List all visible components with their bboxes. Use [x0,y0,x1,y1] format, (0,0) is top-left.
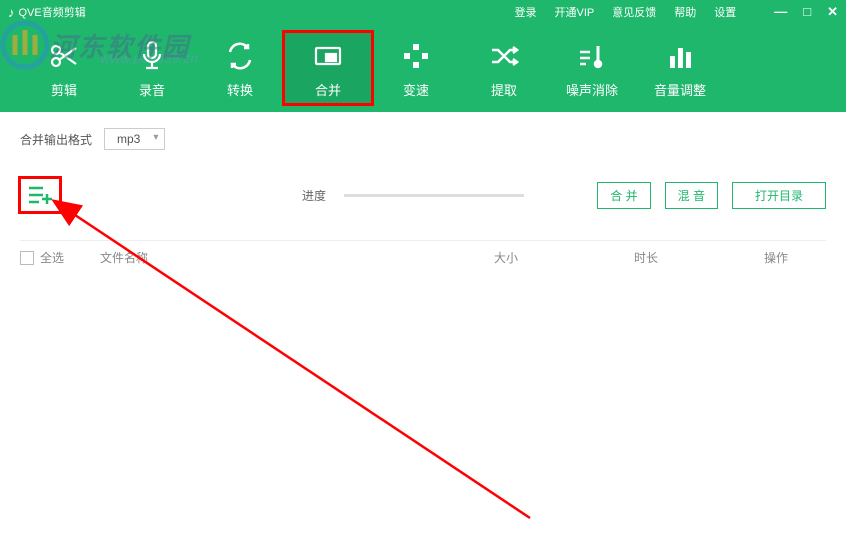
shuffle-icon [486,38,522,74]
close-button[interactable]: ✕ [827,4,838,20]
table-header: 全选 文件名称 大小 时长 操作 [20,240,826,274]
nav-noise[interactable]: 噪声消除 [548,32,636,104]
help-link[interactable]: 帮助 [674,4,696,20]
mix-button[interactable]: 混 音 [665,182,718,209]
watermark: 河东软件园 [0,20,190,70]
col-size: 大小 [446,249,566,266]
minimize-button[interactable]: — [774,4,787,20]
action-row: 进度 合 并 混 音 打开目录 [20,178,826,212]
app-title-text: QVE音频剪辑 [19,4,86,20]
nav-merge[interactable]: 合并 [284,32,372,104]
feedback-link[interactable]: 意见反馈 [612,4,656,20]
nav-convert[interactable]: 转换 [196,32,284,104]
top-links: 登录 开通VIP 意见反馈 帮助 设置 — □ ✕ [515,4,839,20]
nav-label: 音量调整 [654,80,706,99]
app-title: ♪ QVE音频剪辑 [8,4,86,20]
select-all-label: 全选 [40,249,64,266]
nav-speed[interactable]: 变速 [372,32,460,104]
button-group: 合 并 混 音 打开目录 [597,182,826,209]
window-controls: — □ ✕ [774,4,838,20]
watermark-logo-icon [0,20,50,70]
convert-icon [222,38,258,74]
col-duration: 时长 [566,249,726,266]
format-value: mp3 [117,132,140,146]
select-all-checkbox[interactable] [20,251,34,265]
merge-icon [310,38,346,74]
progress-bar [344,194,524,197]
progress-label: 进度 [302,187,326,204]
select-all-cell: 全选 [20,249,100,266]
nav-label: 录音 [139,80,165,99]
login-link[interactable]: 登录 [515,4,537,20]
volume-icon [662,38,698,74]
body-area: 合并输出格式 mp3 进度 合 并 混 音 打开目录 全选 文件名称 大小 时长… [0,112,846,290]
merge-button[interactable]: 合 并 [597,182,650,209]
format-row: 合并输出格式 mp3 [20,128,826,150]
col-operation: 操作 [726,249,826,266]
col-filename: 文件名称 [100,249,446,266]
watermark-text: 河东软件园 [50,27,190,64]
nav-label: 提取 [491,80,517,99]
nav-volume[interactable]: 音量调整 [636,32,724,104]
open-dir-button[interactable]: 打开目录 [732,182,826,209]
nav-extract[interactable]: 提取 [460,32,548,104]
nav-label: 剪辑 [51,80,77,99]
music-note-icon: ♪ [8,5,15,20]
vip-link[interactable]: 开通VIP [555,4,595,20]
add-file-button[interactable] [20,178,60,212]
speed-icon [398,38,434,74]
nav-label: 合并 [315,80,341,99]
format-label: 合并输出格式 [20,131,92,148]
add-list-icon [27,184,53,206]
nav-label: 转换 [227,80,253,99]
maximize-button[interactable]: □ [803,4,811,20]
nav-label: 变速 [403,80,429,99]
nav-label: 噪声消除 [566,80,618,99]
settings-link[interactable]: 设置 [714,4,736,20]
format-select[interactable]: mp3 [104,128,165,150]
noise-icon [574,38,610,74]
